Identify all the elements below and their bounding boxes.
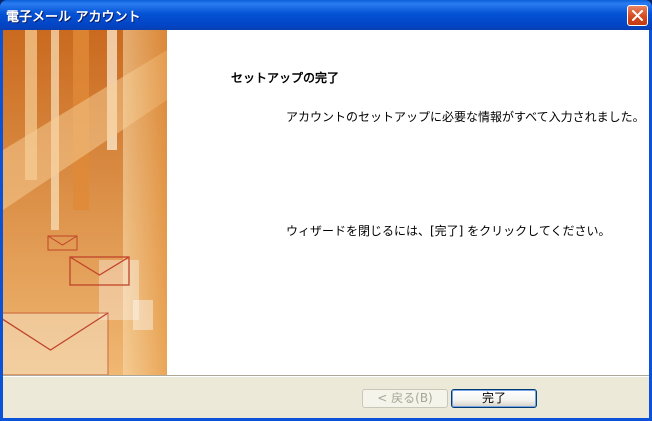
close-button[interactable]	[627, 5, 648, 26]
instruction-message: ウィザードを閉じるには、[完了] をクリックしてください。	[286, 224, 611, 238]
finish-button[interactable]: 完了	[451, 389, 537, 408]
dialog-client-area: セットアップの完了 アカウントのセットアップに必要な情報がすべて入力されました。…	[3, 30, 649, 418]
title-bar[interactable]: 電子メール アカウント	[0, 0, 652, 30]
button-divider	[3, 375, 649, 377]
envelope-large-icon	[3, 312, 109, 375]
wizard-content-panel: セットアップの完了 アカウントのセットアップに必要な情報がすべて入力されました。…	[3, 30, 649, 375]
window-title: 電子メール アカウント	[6, 10, 141, 25]
wizard-side-image	[3, 30, 167, 375]
back-button[interactable]: < 戻る(B)	[362, 389, 448, 408]
close-icon	[632, 10, 643, 21]
status-message: アカウントのセットアップに必要な情報がすべて入力されました。	[286, 110, 645, 124]
email-envelope-art	[3, 30, 167, 375]
dialog-window: 電子メール アカウント セットアップの完了 アカウントのセットアップに必要な情報…	[0, 0, 652, 421]
page-heading: セットアップの完了	[231, 71, 340, 85]
